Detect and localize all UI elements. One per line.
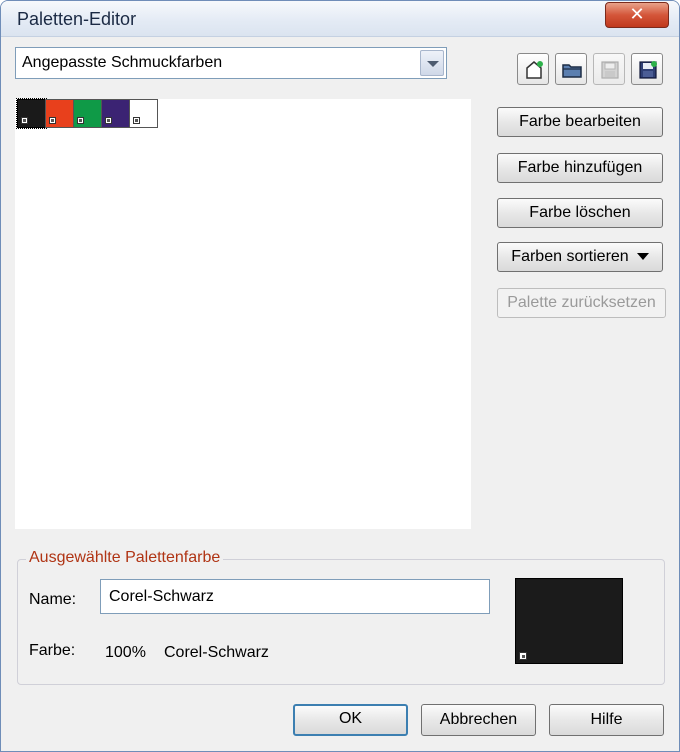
sort-colors-label: Farben sortieren bbox=[511, 248, 629, 265]
color-percent: 100% bbox=[105, 644, 146, 661]
edit-color-button[interactable]: Farbe bearbeiten bbox=[497, 107, 663, 137]
swatch-green[interactable] bbox=[73, 99, 102, 128]
cancel-button[interactable]: Abbrechen bbox=[421, 704, 536, 736]
spot-color-marker-icon bbox=[77, 117, 84, 124]
chevron-down-icon[interactable] bbox=[420, 50, 444, 76]
swatch-indigo[interactable] bbox=[101, 99, 130, 128]
palette-dropdown-value: Angepasste Schmuckfarben bbox=[22, 54, 223, 71]
spot-color-marker-icon bbox=[519, 652, 527, 660]
new-palette-button[interactable] bbox=[517, 53, 549, 85]
window-title: Paletten-Editor bbox=[17, 9, 137, 29]
open-palette-icon bbox=[562, 64, 582, 78]
palette-editor-window: Paletten-Editor ✕ Angepasste Schmuckfarb… bbox=[0, 0, 680, 752]
help-button[interactable]: Hilfe bbox=[549, 704, 664, 736]
save-as-palette-button[interactable] bbox=[631, 53, 663, 85]
spot-color-marker-icon bbox=[21, 117, 28, 124]
save-as-palette-icon bbox=[639, 61, 657, 79]
palette-dropdown[interactable]: Angepasste Schmuckfarben bbox=[15, 47, 447, 79]
swatch-red-orange[interactable] bbox=[45, 99, 74, 128]
color-name-field[interactable] bbox=[100, 579, 490, 614]
open-palette-button[interactable] bbox=[555, 53, 587, 85]
close-button[interactable]: ✕ bbox=[605, 2, 669, 28]
new-palette-icon bbox=[526, 61, 543, 79]
spot-color-marker-icon bbox=[133, 117, 140, 124]
color-label: Farbe: bbox=[29, 642, 76, 659]
name-label: Name: bbox=[29, 591, 77, 608]
triangle-down-icon bbox=[636, 253, 649, 261]
ok-button[interactable]: OK bbox=[293, 704, 408, 736]
swatch-black[interactable] bbox=[16, 98, 47, 129]
add-color-button[interactable]: Farbe hinzufügen bbox=[497, 153, 663, 183]
spot-color-marker-icon bbox=[49, 117, 56, 124]
swatch-white[interactable] bbox=[129, 99, 158, 128]
group-title: Ausgewählte Palettenfarbe bbox=[26, 549, 224, 567]
color-name-value: Corel-Schwarz bbox=[164, 644, 269, 661]
reset-palette-button[interactable]: Palette zurücksetzen bbox=[497, 288, 666, 318]
color-preview bbox=[515, 578, 623, 664]
palette-swatch-area[interactable] bbox=[15, 98, 471, 529]
spot-color-marker-icon bbox=[105, 117, 112, 124]
delete-color-button[interactable]: Farbe löschen bbox=[497, 198, 663, 228]
sort-colors-button[interactable]: Farben sortieren bbox=[497, 242, 663, 272]
title-bar: Paletten-Editor ✕ bbox=[1, 1, 679, 37]
save-palette-button[interactable] bbox=[593, 53, 625, 85]
save-palette-icon bbox=[601, 61, 619, 79]
